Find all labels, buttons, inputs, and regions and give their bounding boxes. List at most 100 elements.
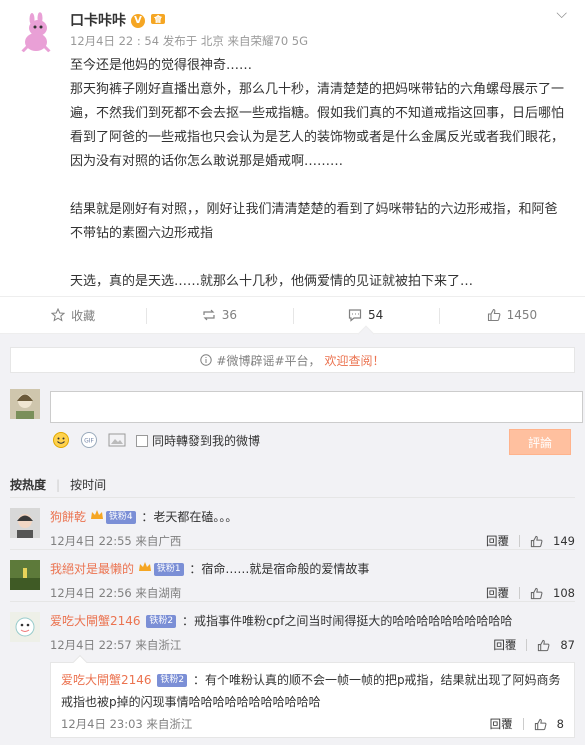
current-user-avatar[interactable] xyxy=(10,389,40,419)
reply-button[interactable]: 回覆 xyxy=(493,637,516,653)
thumbs-up-icon[interactable] xyxy=(530,587,543,600)
post-paragraph: 结果就是刚好有对照，，刚好让我们清清楚楚的看到了妈咪带钻的六边形戒指，和阿爸不带… xyxy=(70,202,558,241)
weibo-post: 口卡咔咔 V 會 12月4日 22 : 54 发布于 北京 来自荣耀70 5G … xyxy=(0,0,585,296)
comment-like-count: 87 xyxy=(560,638,575,652)
reply-like-count: 8 xyxy=(556,717,564,731)
comment-form: GIF 同時轉發到我的微博 評論 xyxy=(10,383,583,467)
reply-text: 爱吃大閘蟹2146 铁粉2 ：有个唯粉认真的顺不会一帧一帧的把p戒指，结果就出现… xyxy=(61,669,564,713)
post-paragraph: 至今还是他妈的觉得很神奇…… xyxy=(70,58,253,73)
comment-footer: 12月4日 22:55 来自广西 回覆 149 xyxy=(50,532,575,550)
post-action-bar: 收藏 36 54 1450 xyxy=(0,296,585,343)
comment-like-count: 108 xyxy=(553,586,575,600)
author-avatar[interactable] xyxy=(14,12,58,56)
author-name[interactable]: 口卡咔咔 xyxy=(70,10,126,32)
svg-text:會: 會 xyxy=(153,14,163,24)
verified-icon: V xyxy=(131,14,145,28)
fan-level-badge: 铁粉1 xyxy=(153,563,184,576)
commenter-name[interactable]: 爱吃大閘蟹2146 xyxy=(50,614,141,628)
sort-by-time-tab[interactable]: 按时间 xyxy=(70,476,106,493)
comment-item: 爱吃大閘蟹2146 铁粉2 ：戒指事件唯粉cpf之间当时闹得挺大的哈哈哈哈哈哈哈… xyxy=(10,602,575,738)
comment-content: ：老天都在磕。。。 xyxy=(141,510,238,524)
favorite-label: 收藏 xyxy=(71,308,96,323)
sync-repost-option[interactable]: 同時轉發到我的微博 xyxy=(136,432,260,449)
comment-ops: 回覆 149 xyxy=(486,533,575,549)
fan-crown-icon xyxy=(90,510,104,524)
favorite-icon xyxy=(51,308,66,322)
comment-like-count: 149 xyxy=(553,534,575,548)
like-button[interactable]: 1450 xyxy=(438,297,585,333)
post-meta: 12月4日 22 : 54 发布于 北京 来自荣耀70 5G xyxy=(70,34,309,48)
fan-level-badge: 铁粉2 xyxy=(157,674,188,687)
fan-level-badge: 铁粉4 xyxy=(105,511,136,524)
comment-item: 我絕对是最懒的 铁粉1 ：宿命……就是宿命般的爱情故事 12月4日 22:56 … xyxy=(10,550,575,602)
reply-caret xyxy=(72,654,88,670)
comment-item: 狗餅乾 铁粉4 ：老天都在磕。。。 12月4日 22:55 来自广西 回覆 14… xyxy=(10,498,575,550)
repost-icon xyxy=(203,309,215,321)
comment-button[interactable]: 54 xyxy=(292,297,439,343)
ops-divider xyxy=(519,587,521,599)
comment-text: 爱吃大閘蟹2146 铁粉2 ：戒指事件唯粉cpf之间当时闹得挺大的哈哈哈哈哈哈哈… xyxy=(50,612,575,630)
submit-comment-button[interactable]: 評論 xyxy=(509,429,571,455)
fan-crown-icon xyxy=(138,562,152,576)
replier-name[interactable]: 爱吃大閘蟹2146 xyxy=(61,673,152,687)
sort-by-hot-tab[interactable]: 按热度 xyxy=(10,476,46,493)
sort-divider: | xyxy=(56,477,61,492)
comment-footer: 12月4日 22:57 来自浙江 回覆 87 xyxy=(50,636,575,654)
ops-divider xyxy=(522,718,524,730)
info-icon xyxy=(200,354,213,366)
author-name-row: 口卡咔咔 V 會 xyxy=(70,10,569,32)
comment-time: 12月4日 22:57 来自浙江 xyxy=(50,638,182,652)
notice-link[interactable]: 欢迎查阅！ xyxy=(325,352,385,369)
post-paragraph xyxy=(70,174,569,198)
comment-sort-tabs: 按热度 | 按时间 xyxy=(10,472,575,498)
comment-footer: 12月4日 22:56 来自湖南 回覆 108 xyxy=(50,584,575,602)
ops-divider xyxy=(526,639,528,651)
commenter-avatar[interactable] xyxy=(10,560,40,590)
post-body: 至今还是他妈的觉得很神奇…… 那天狗裤子刚好直播出意外，那么几十秒，清清楚楚的把… xyxy=(70,54,569,294)
post-paragraph: 天选，真的是天选……就那么十几秒，他俩爱情的见证就被拍下来了… xyxy=(70,274,474,289)
commenter-name[interactable]: 狗餅乾 xyxy=(50,510,86,524)
commenter-name[interactable]: 我絕对是最懒的 xyxy=(50,562,134,576)
thumbs-up-icon[interactable] xyxy=(530,535,543,548)
reply-button[interactable]: 回覆 xyxy=(486,533,509,549)
gif-icon[interactable]: GIF xyxy=(80,431,98,449)
comments-area: #微博辟谣#平台， 欢迎查阅！ GIF 同時轉發到我的微博 評論 按热度 | 按… xyxy=(0,334,585,745)
like-count: 1450 xyxy=(506,308,538,322)
reply-box: 爱吃大閘蟹2146 铁粉2 ：有个唯粉认真的顺不会一帧一帧的把p戒指，结果就出现… xyxy=(50,654,575,738)
image-icon[interactable] xyxy=(108,432,126,448)
sync-repost-label: 同時轉發到我的微博 xyxy=(152,433,261,448)
reply-footer: 12月4日 23:03 来自浙江 回覆 8 xyxy=(61,715,564,733)
sync-repost-checkbox[interactable] xyxy=(136,435,148,447)
reply-button[interactable]: 回覆 xyxy=(490,716,513,732)
reply-button[interactable]: 回覆 xyxy=(486,585,509,601)
commenter-avatar[interactable] xyxy=(10,612,40,642)
comment-ops: 回覆 87 xyxy=(493,637,575,653)
thumbs-up-icon xyxy=(487,308,500,322)
svg-text:GIF: GIF xyxy=(84,438,94,445)
reply-time: 12月4日 23:03 来自浙江 xyxy=(61,717,193,731)
comment-text: 我絕对是最懒的 铁粉1 ：宿命……就是宿命般的爱情故事 xyxy=(50,560,575,578)
repost-count: 36 xyxy=(221,308,238,322)
thumbs-up-icon[interactable] xyxy=(534,718,547,731)
post-paragraph xyxy=(70,246,569,270)
rumor-notice: #微博辟谣#平台， 欢迎查阅！ xyxy=(10,347,575,373)
emoji-icon[interactable] xyxy=(52,431,70,449)
comment-count: 54 xyxy=(367,308,384,322)
notice-text: #微博辟谣#平台， xyxy=(216,353,321,368)
comment-icon xyxy=(348,309,362,322)
commenter-avatar[interactable] xyxy=(10,508,40,538)
comment-tools: GIF 同時轉發到我的微博 xyxy=(52,431,260,449)
reply-ops: 回覆 8 xyxy=(490,716,564,732)
fan-level-badge: 铁粉2 xyxy=(146,615,177,628)
comment-input[interactable] xyxy=(50,391,583,423)
comment-ops: 回覆 108 xyxy=(486,585,575,601)
ops-divider xyxy=(519,535,521,547)
post-paragraph: 那天狗裤子刚好直播出意外，那么几十秒，清清楚楚的把妈咪带钻的六角螺母展示了一遍，… xyxy=(70,82,565,169)
comment-time: 12月4日 22:56 来自湖南 xyxy=(50,586,182,600)
repost-button[interactable]: 36 xyxy=(146,297,292,333)
favorite-button[interactable]: 收藏 xyxy=(0,297,146,333)
comment-content: ：宿命……就是宿命般的爱情故事 xyxy=(189,562,370,576)
comment-content: ：戒指事件唯粉cpf之间当时闹得挺大的哈哈哈哈哈哈哈哈哈哈 xyxy=(181,614,513,628)
chevron-down-icon[interactable]: ⌵ xyxy=(556,6,567,22)
thumbs-up-icon[interactable] xyxy=(537,639,550,652)
